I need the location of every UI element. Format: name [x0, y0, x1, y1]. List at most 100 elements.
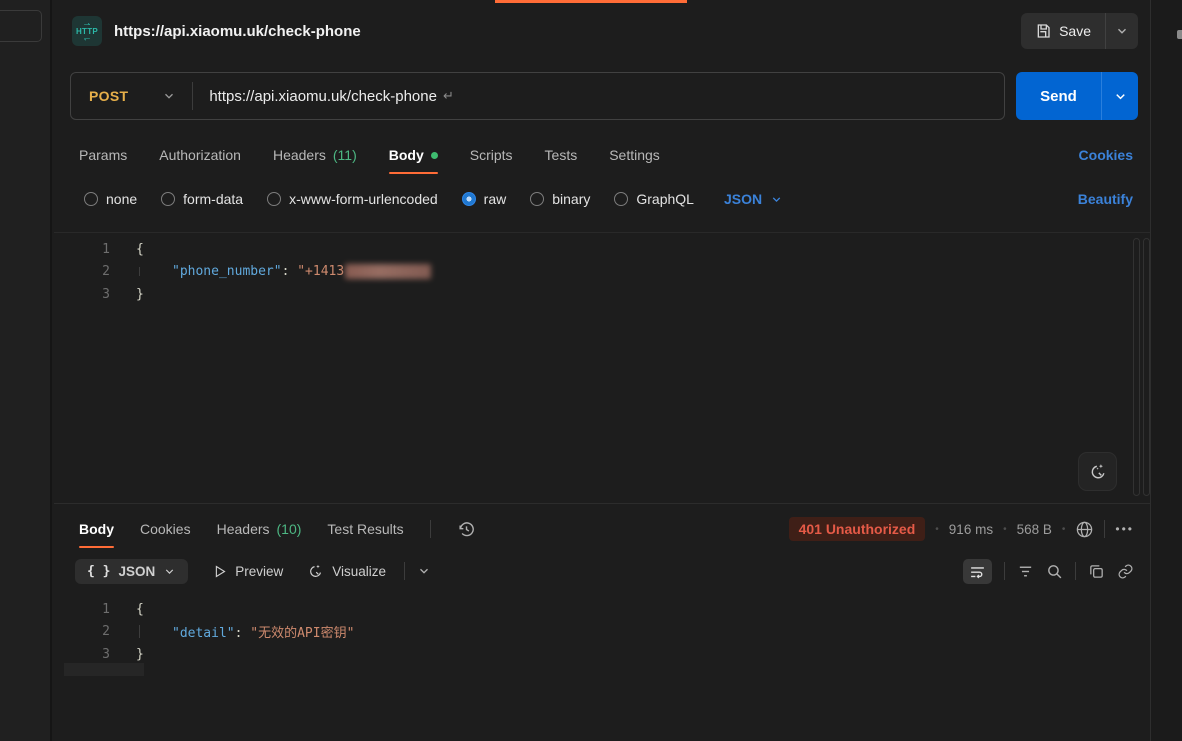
- response-tabs: Body Cookies Headers (10) Test Results 4…: [79, 510, 1134, 548]
- preview-button[interactable]: Preview: [212, 564, 283, 579]
- right-sidebar-rail: [1150, 0, 1182, 741]
- panel-scrollbar[interactable]: [1143, 238, 1150, 496]
- send-button[interactable]: Send: [1016, 72, 1101, 120]
- redacted-value-blur: [345, 264, 431, 279]
- code-line: 2 "detail": "无效的API密钥": [54, 621, 1150, 644]
- filter-button[interactable]: [1017, 563, 1034, 580]
- radio-raw[interactable]: raw: [462, 191, 507, 207]
- response-format-selector[interactable]: { } JSON: [75, 559, 188, 584]
- divider: [1104, 520, 1105, 538]
- indent-guide: [139, 625, 140, 638]
- chevron-down-icon: [162, 89, 176, 103]
- search-button[interactable]: [1046, 563, 1063, 580]
- active-tab-underline: [79, 546, 114, 548]
- request-header: ⇀ HTTP ↽ https://api.xiaomu.uk/check-pho…: [72, 12, 1138, 50]
- chevron-down-icon: [770, 193, 783, 206]
- tab-settings[interactable]: Settings: [609, 138, 660, 172]
- chevron-down-icon: [417, 564, 431, 578]
- radio-binary[interactable]: binary: [530, 191, 590, 207]
- save-split-button: Save: [1021, 13, 1138, 49]
- chevron-down-icon: [1113, 89, 1128, 104]
- tab-headers[interactable]: Headers (11): [273, 138, 357, 172]
- postbot-button[interactable]: [1078, 452, 1117, 491]
- copy-button[interactable]: [1088, 563, 1105, 580]
- tab-params[interactable]: Params: [79, 138, 127, 172]
- braces-icon: { }: [87, 564, 110, 579]
- response-history-button[interactable]: [457, 520, 476, 539]
- tab-test-results[interactable]: Test Results: [327, 512, 403, 546]
- code-line: 1 {: [54, 598, 1150, 621]
- radio-none[interactable]: none: [84, 191, 137, 207]
- return-key-icon: ↵: [443, 88, 454, 104]
- request-response-divider[interactable]: [54, 503, 1150, 504]
- response-body-editor[interactable]: 1 { 2 "detail": "无效的API密钥" 3 }: [54, 595, 1150, 685]
- link-icon: [1117, 563, 1134, 580]
- editor-line-highlight: [64, 663, 144, 676]
- save-options-button[interactable]: [1105, 13, 1138, 49]
- request-body-editor[interactable]: 1 { 2 "phone_number": "+1413 3 }: [54, 232, 1150, 503]
- raw-format-selector[interactable]: JSON: [724, 191, 783, 207]
- separator-dot: •: [935, 524, 939, 535]
- body-type-row: none form-data x-www-form-urlencoded raw…: [84, 186, 1133, 212]
- radio-form-data[interactable]: form-data: [161, 191, 243, 207]
- radio-icon: [267, 192, 281, 206]
- radio-icon: [614, 192, 628, 206]
- wrap-text-button[interactable]: [963, 559, 992, 584]
- line-number: 1: [54, 602, 110, 617]
- separator-dot: •: [1003, 524, 1007, 535]
- radio-icon: [530, 192, 544, 206]
- radio-icon: [84, 192, 98, 206]
- collapse-panel-icon[interactable]: [1177, 30, 1182, 39]
- line-number: 3: [54, 287, 110, 302]
- tab-body[interactable]: Body: [389, 138, 438, 172]
- radio-urlencoded[interactable]: x-www-form-urlencoded: [267, 191, 438, 207]
- request-bar: POST https://api.xiaomu.uk/check-phone ↵…: [70, 72, 1138, 120]
- radio-graphql[interactable]: GraphQL: [614, 191, 694, 207]
- postman-app: ⇀ HTTP ↽ https://api.xiaomu.uk/check-pho…: [0, 0, 1182, 741]
- json-key: "phone_number": [172, 264, 282, 279]
- divider: [404, 562, 405, 580]
- save-icon: [1035, 23, 1051, 39]
- method-selector[interactable]: POST: [71, 88, 192, 104]
- link-button[interactable]: [1117, 563, 1134, 580]
- response-size[interactable]: 568 B: [1017, 522, 1052, 537]
- tab-scripts[interactable]: Scripts: [470, 138, 513, 172]
- url-input[interactable]: https://api.xiaomu.uk/check-phone: [209, 88, 437, 105]
- collapse-toolbar-button[interactable]: [417, 564, 431, 578]
- send-split-button: Send: [1016, 72, 1138, 120]
- url-box: POST https://api.xiaomu.uk/check-phone ↵: [70, 72, 1005, 120]
- line-number: 2: [54, 624, 110, 639]
- response-toolbar-right: [963, 559, 1134, 584]
- response-time[interactable]: 916 ms: [949, 522, 993, 537]
- editor-scrollbar[interactable]: [1133, 238, 1140, 496]
- beautify-link[interactable]: Beautify: [1078, 191, 1133, 207]
- active-tab-underline: [389, 172, 438, 174]
- network-info-button[interactable]: [1075, 520, 1094, 539]
- tab-response-headers[interactable]: Headers (10): [217, 512, 302, 546]
- sidebar-collapsed-item[interactable]: [0, 10, 42, 42]
- play-icon: [212, 564, 227, 579]
- body-modified-dot: [431, 152, 438, 159]
- send-options-button[interactable]: [1101, 72, 1138, 120]
- line-number: 3: [54, 647, 110, 662]
- main-panel: ⇀ HTTP ↽ https://api.xiaomu.uk/check-pho…: [54, 0, 1150, 741]
- clock-history-icon: [457, 520, 476, 539]
- visualize-sparkle-icon: [307, 563, 324, 580]
- save-button[interactable]: Save: [1021, 13, 1105, 49]
- tab-tests[interactable]: Tests: [545, 138, 578, 172]
- line-number: 2: [54, 264, 110, 279]
- more-options-button[interactable]: •••: [1115, 522, 1134, 536]
- divider: [1075, 562, 1076, 580]
- cookies-link[interactable]: Cookies: [1079, 147, 1133, 163]
- tab-authorization[interactable]: Authorization: [159, 138, 241, 172]
- code-line: 3 }: [54, 643, 1150, 666]
- separator-dot: •: [1062, 524, 1066, 535]
- response-headers-count-badge: (10): [277, 521, 302, 537]
- indent-guide: [139, 267, 140, 276]
- tab-response-cookies[interactable]: Cookies: [140, 512, 191, 546]
- chevron-down-icon: [1115, 24, 1129, 38]
- visualize-button[interactable]: Visualize: [307, 563, 386, 580]
- status-code-badge[interactable]: 401 Unauthorized: [789, 517, 926, 541]
- tab-response-body[interactable]: Body: [79, 512, 114, 546]
- json-value-visible: "+1413: [297, 264, 344, 279]
